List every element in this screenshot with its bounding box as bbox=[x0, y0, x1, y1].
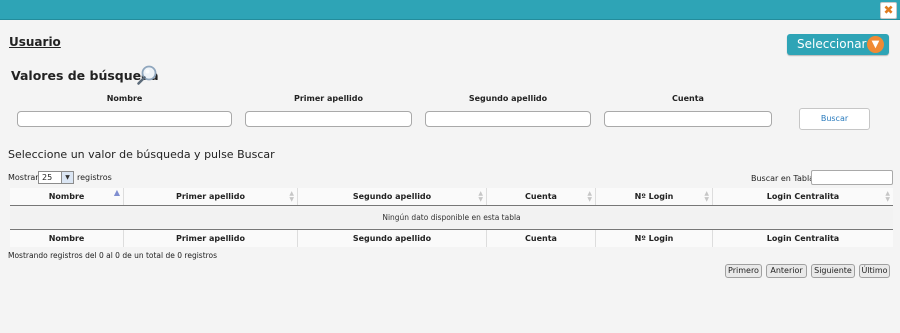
segundo-apellido-label: Segundo apellido bbox=[468, 94, 548, 103]
previous-page-button[interactable]: Anterior bbox=[766, 264, 807, 278]
page-size-select[interactable]: 25 ▼ bbox=[38, 171, 74, 184]
table-search-input[interactable] bbox=[811, 170, 893, 185]
footer-segundo-apellido: Segundo apellido bbox=[298, 230, 487, 247]
column-header-cuenta[interactable]: Cuenta ▲ ▼ bbox=[487, 188, 596, 205]
nombre-input[interactable] bbox=[17, 111, 232, 127]
instructions-text: Seleccione un valor de búsqueda y pulse … bbox=[8, 148, 275, 161]
arrow-down-icon: ▼ bbox=[867, 36, 884, 53]
select-button-label: Seleccionar bbox=[797, 37, 867, 51]
sort-icon: ▲ ▼ bbox=[704, 190, 709, 203]
footer-cuenta: Cuenta bbox=[487, 230, 596, 247]
cuenta-input[interactable] bbox=[604, 111, 772, 127]
sort-icon: ▲ ▼ bbox=[478, 190, 483, 203]
sort-icon: ▲ ▼ bbox=[587, 190, 592, 203]
segundo-apellido-input[interactable] bbox=[425, 111, 591, 127]
records-label: registros bbox=[77, 173, 112, 182]
page-title: Usuario bbox=[9, 35, 61, 49]
page-size-value: 25 bbox=[42, 173, 53, 182]
close-icon: ✖ bbox=[883, 3, 894, 17]
chevron-down-icon: ▼ bbox=[61, 172, 73, 183]
table-search-label: Buscar en Tabla: bbox=[751, 174, 817, 183]
sort-ascending-icon: ▲ bbox=[113, 188, 120, 197]
primer-apellido-label: Primer apellido bbox=[293, 94, 364, 103]
records-info: Mostrando registros del 0 al 0 de un tot… bbox=[8, 251, 218, 260]
last-page-button[interactable]: Último bbox=[859, 264, 890, 278]
select-button[interactable]: Seleccionar ▼ bbox=[787, 34, 889, 55]
column-header-n-login[interactable]: Nº Login ▲ ▼ bbox=[596, 188, 713, 205]
column-header-login-centralita[interactable]: Login Centralita ▲ ▼ bbox=[713, 188, 893, 205]
table-header: Nombre ▲ Primer apellido ▲ ▼ Segundo apel… bbox=[10, 188, 893, 206]
close-button[interactable]: ✖ bbox=[880, 2, 897, 19]
show-label: Mostrar bbox=[8, 173, 39, 182]
nombre-label: Nombre bbox=[106, 94, 143, 103]
first-page-button[interactable]: Primero bbox=[725, 264, 762, 278]
sort-icon: ▲ ▼ bbox=[289, 190, 294, 203]
search-button[interactable]: Buscar bbox=[799, 108, 870, 130]
empty-table-message: Ningún dato disponible en esta tabla bbox=[10, 208, 893, 228]
next-page-button[interactable]: Siguiente bbox=[811, 264, 855, 278]
column-header-primer-apellido[interactable]: Primer apellido ▲ ▼ bbox=[124, 188, 298, 205]
dialog-titlebar: ✖ bbox=[0, 0, 900, 20]
column-header-segundo-apellido[interactable]: Segundo apellido ▲ ▼ bbox=[298, 188, 487, 205]
table-footer: Nombre Primer apellido Segundo apellido … bbox=[10, 229, 893, 247]
column-header-nombre[interactable]: Nombre ▲ bbox=[10, 188, 124, 205]
primer-apellido-input[interactable] bbox=[245, 111, 412, 127]
footer-n-login: Nº Login bbox=[596, 230, 713, 247]
sort-icon: ▲ ▼ bbox=[885, 190, 890, 203]
footer-nombre: Nombre bbox=[10, 230, 124, 247]
footer-primer-apellido: Primer apellido bbox=[124, 230, 298, 247]
footer-login-centralita: Login Centralita bbox=[766, 234, 840, 243]
cuenta-label: Cuenta bbox=[672, 94, 704, 103]
magnifier-icon bbox=[137, 65, 157, 85]
